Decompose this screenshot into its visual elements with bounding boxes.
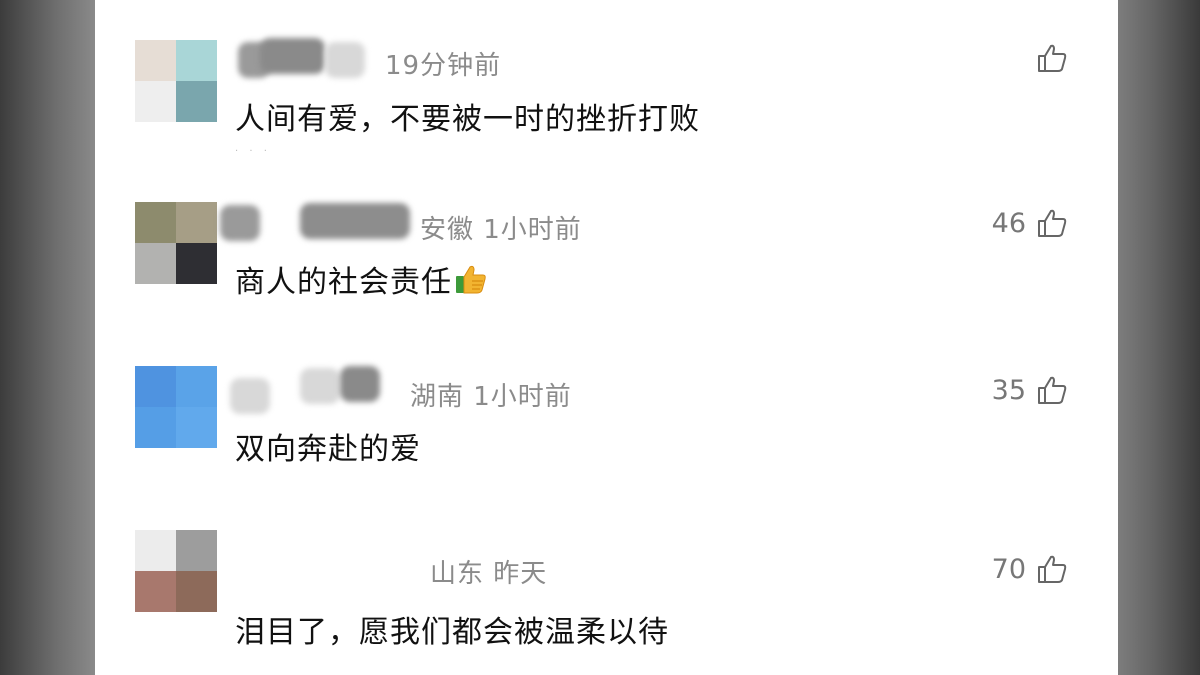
- avatar[interactable]: [135, 202, 217, 284]
- comment-item: 山东 昨天 泪目了，愿我们都会被温柔以待 70: [95, 495, 1118, 675]
- comment-list: 19分钟前 人间有爱，不要被一时的挫折打败 · · · 安徽 1小时前 商人的社…: [95, 0, 1118, 675]
- username-blur[interactable]: [300, 368, 340, 404]
- username-blur[interactable]: [220, 205, 260, 241]
- comment-meta: 安徽 1小时前: [420, 215, 582, 245]
- avatar[interactable]: [135, 366, 217, 448]
- avatar-tile: [176, 40, 217, 81]
- comment-meta: 19分钟前: [385, 51, 502, 81]
- like-button[interactable]: 70: [992, 553, 1068, 585]
- avatar[interactable]: [135, 530, 217, 612]
- avatar-tile: [135, 243, 176, 284]
- comment-text: 双向奔赴的爱: [235, 432, 421, 467]
- avatar-tile: [135, 40, 176, 81]
- avatar-tile: [176, 366, 217, 407]
- comment-meta: 山东 昨天: [430, 559, 548, 589]
- avatar-tile: [135, 571, 176, 612]
- comment-meta: 湖南 1小时前: [410, 382, 572, 412]
- avatar-tile: [176, 81, 217, 122]
- avatar-tile: [135, 366, 176, 407]
- like-count: 35: [991, 374, 1026, 406]
- comment-text: 商人的社会责任: [235, 257, 488, 301]
- username-blur[interactable]: [325, 42, 365, 78]
- comment-text: 人间有爱，不要被一时的挫折打败: [235, 102, 700, 137]
- comment-text: 泪目了，愿我们都会被温柔以待: [235, 615, 669, 650]
- comment-text-body: 商人的社会责任: [235, 265, 452, 300]
- username-blur[interactable]: [260, 38, 325, 74]
- like-button[interactable]: 35: [992, 374, 1068, 406]
- thumbs-up-emoji: [456, 265, 486, 294]
- avatar-tile: [135, 202, 176, 243]
- comment-item: 19分钟前 人间有爱，不要被一时的挫折打败 · · ·: [95, 0, 1118, 160]
- avatar-tile: [176, 407, 217, 448]
- right-backdrop: [1118, 0, 1200, 675]
- thumbs-up-icon: [1038, 209, 1067, 237]
- avatar[interactable]: [135, 40, 217, 122]
- avatar-tile: [135, 530, 176, 571]
- avatar-tile: [176, 202, 217, 243]
- thumbs-up-icon: [1038, 44, 1067, 72]
- avatar-tile: [135, 407, 176, 448]
- like-button[interactable]: 46: [992, 207, 1068, 239]
- like-count: 46: [991, 207, 1026, 239]
- ellipsis: · · ·: [235, 146, 271, 157]
- thumbs-up-icon: [1038, 555, 1067, 583]
- avatar-tile: [176, 530, 217, 571]
- comment-item: 湖南 1小时前 双向奔赴的爱 35: [95, 330, 1118, 490]
- comment-item: 安徽 1小时前 商人的社会责任 46: [95, 165, 1118, 325]
- like-count: 70: [991, 553, 1026, 585]
- username-blur[interactable]: [300, 203, 410, 239]
- username-blur[interactable]: [340, 366, 380, 402]
- avatar-tile: [176, 243, 217, 284]
- like-button[interactable]: [1026, 42, 1068, 74]
- thumbs-up-icon: [1038, 376, 1067, 404]
- left-backdrop: [0, 0, 95, 675]
- username-blur[interactable]: [230, 378, 270, 414]
- avatar-tile: [176, 571, 217, 612]
- avatar-tile: [135, 81, 176, 122]
